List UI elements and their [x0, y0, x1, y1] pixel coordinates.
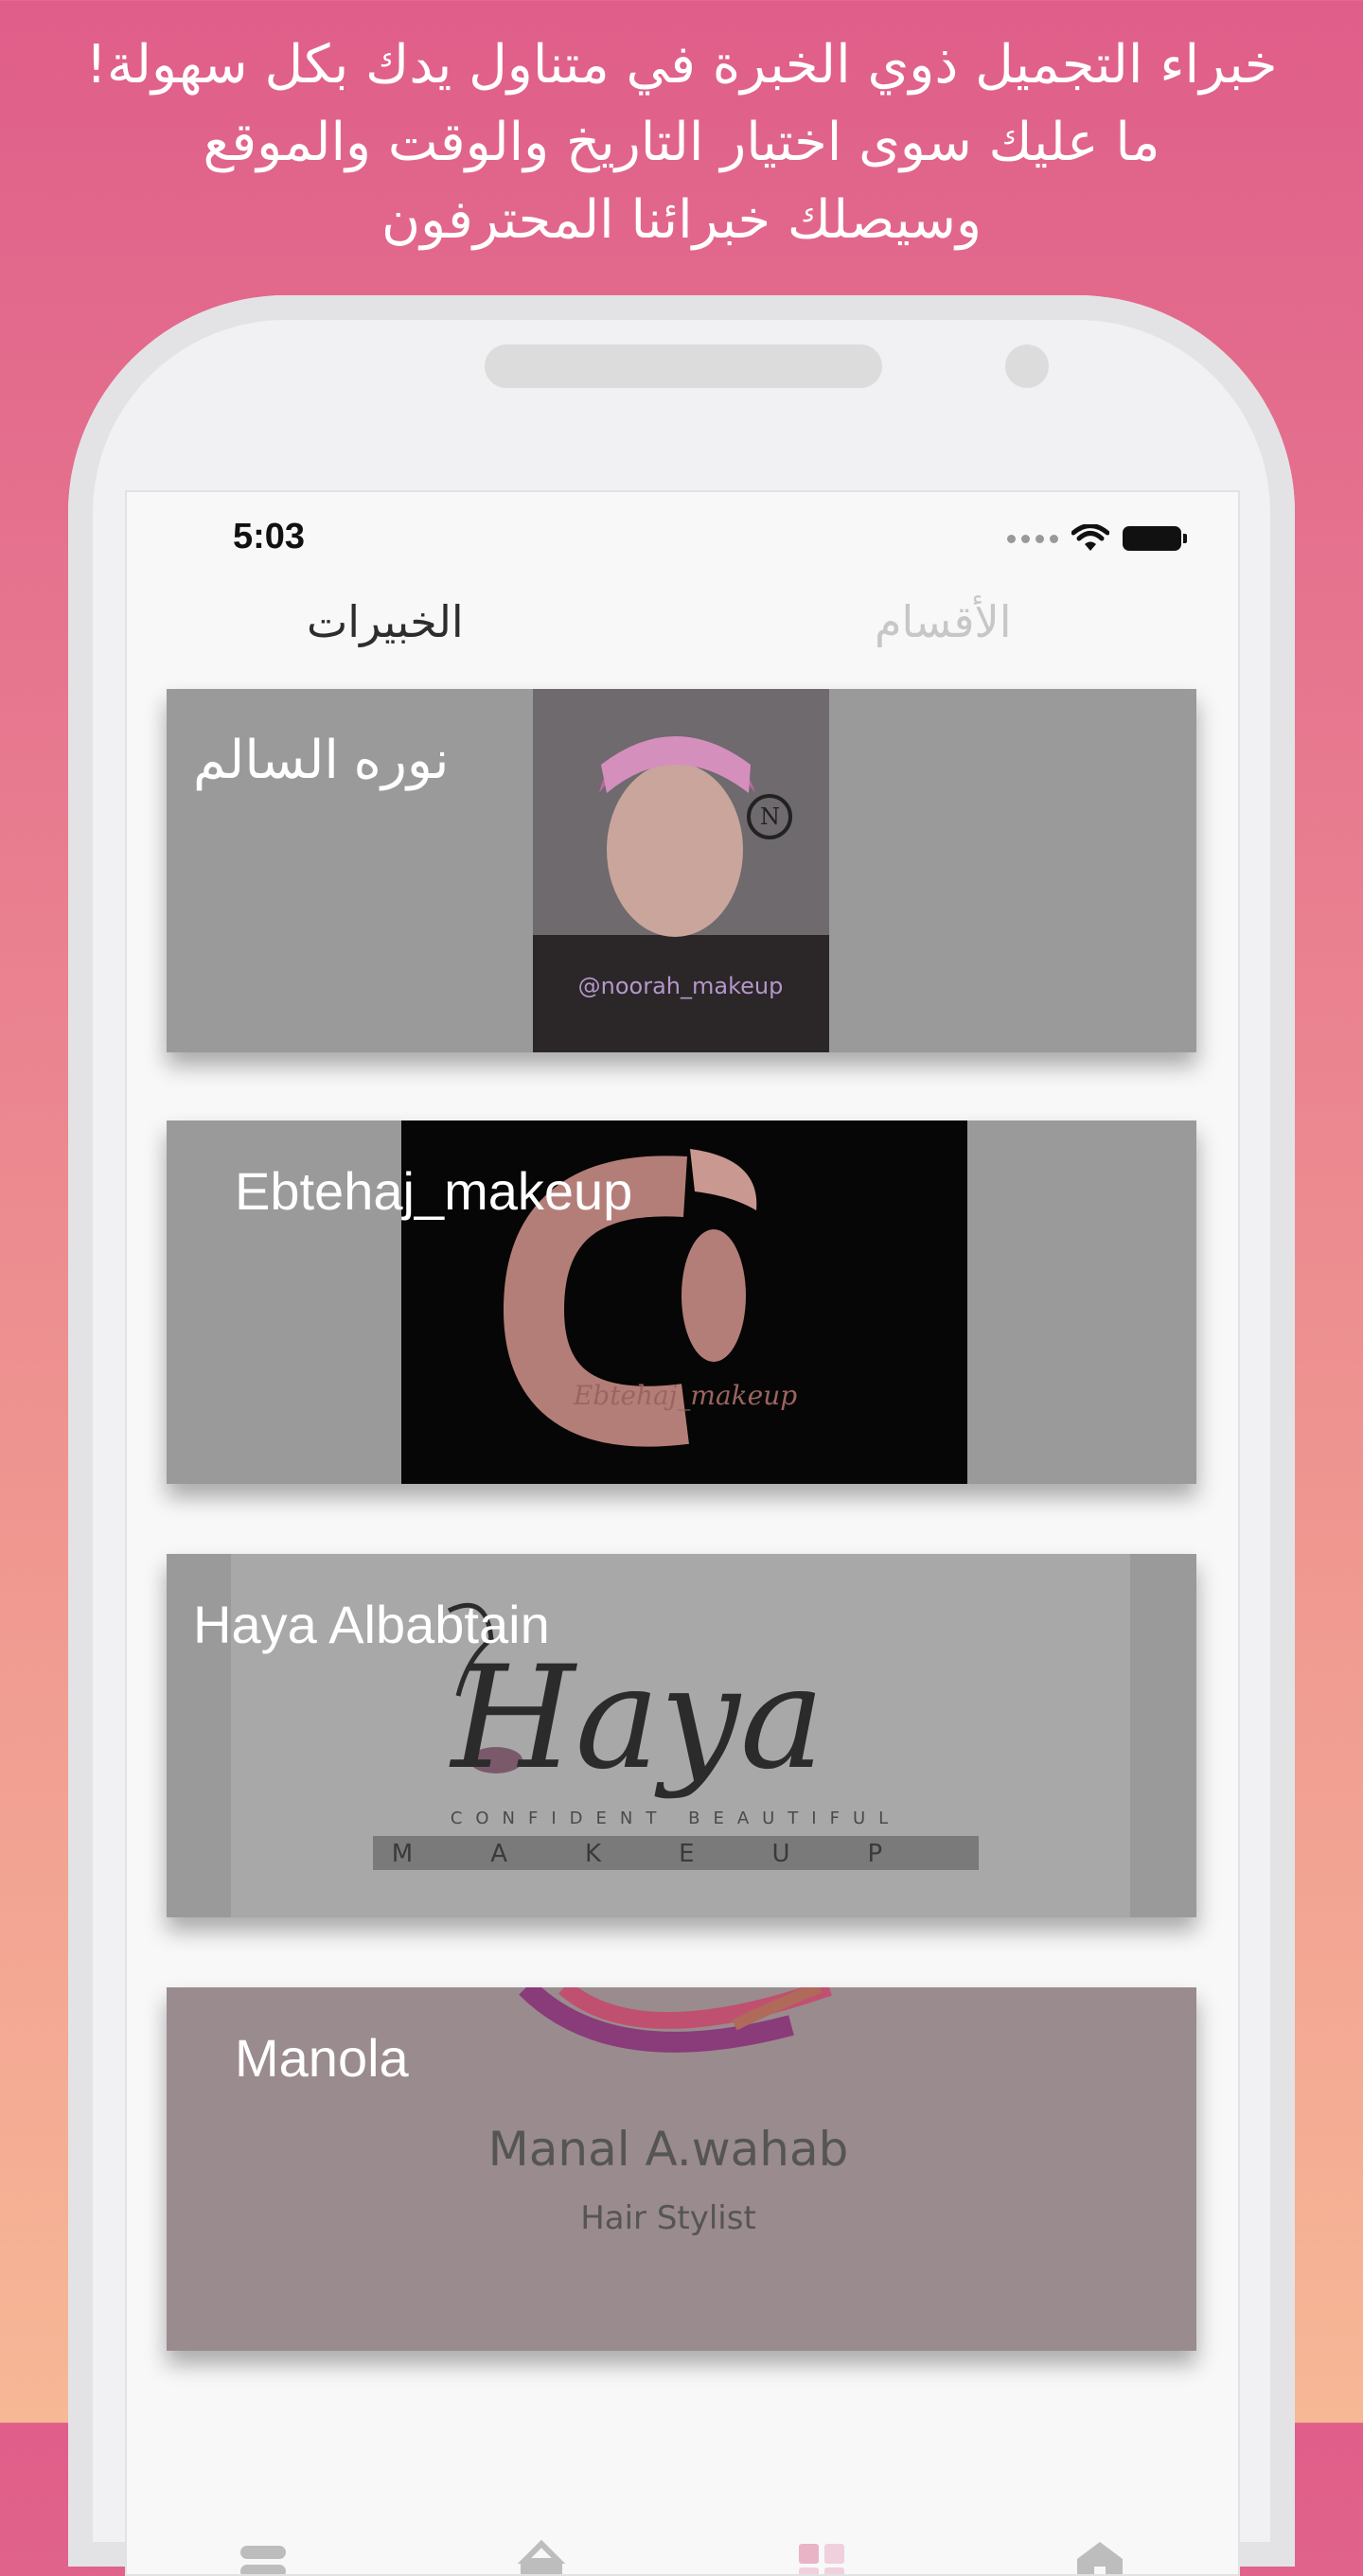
- promo-line-1: خبراء التجميل ذوي الخبرة في متناول يدك ب…: [85, 34, 1278, 96]
- promo-text: خبراء التجميل ذوي الخبرة في متناول يدك ب…: [0, 26, 1363, 259]
- expert-name: Haya Albabtain: [193, 1595, 550, 1654]
- nav-bag-icon[interactable]: [515, 2536, 568, 2576]
- logo-title: Manal A.wahab: [488, 2122, 849, 2177]
- tab-bar: الخبيرات الأقسام: [127, 587, 1238, 685]
- photo-caption: @noorah_makeup: [578, 973, 784, 999]
- status-time: 5:03: [233, 517, 306, 556]
- expert-card[interactable]: Manal A.wahab Hair Stylist Manola: [167, 1987, 1196, 2351]
- logo-word: MAKEUP: [392, 1840, 960, 1868]
- battery-icon: [1123, 526, 1187, 551]
- expert-name: Ebtehaj_makeup: [235, 1161, 633, 1221]
- expert-card[interactable]: N @noorah_makeup نوره السالم: [167, 689, 1196, 1052]
- logo-subtitle: Hair Stylist: [580, 2199, 756, 2237]
- nav-grid-icon[interactable]: [795, 2536, 848, 2576]
- nav-home-icon[interactable]: [1073, 2536, 1126, 2576]
- expert-card[interactable]: Ebtehaj_makeup Ebtehaj_makeup: [167, 1120, 1196, 1484]
- app-screen: 5:03 الخبيرات الأقسام N @noorah_makeup ن…: [125, 490, 1240, 2576]
- phone-frame: 5:03 الخبيرات الأقسام N @noorah_makeup ن…: [68, 295, 1295, 2576]
- status-icons: [1007, 524, 1187, 553]
- bottom-nav: [127, 2498, 1238, 2574]
- expert-name: Manola: [235, 2028, 409, 2088]
- phone-speaker: [485, 344, 882, 388]
- expert-name: نوره السالم: [193, 730, 450, 789]
- promo-line-2: ما عليك سوى اختيار التاريخ والوقت والموق…: [203, 112, 1160, 173]
- logo-caption: Ebtehaj_makeup: [573, 1380, 797, 1411]
- logo-letter: N: [760, 803, 780, 830]
- status-bar: 5:03: [127, 492, 1238, 587]
- logo-tagline: CONFIDENT BEAUTIFUL: [451, 1808, 901, 1828]
- phone-camera: [1005, 344, 1049, 388]
- tab-experts[interactable]: الخبيرات: [307, 596, 464, 647]
- expert-photo: N @noorah_makeup: [533, 689, 829, 1052]
- nav-toggle-icon[interactable]: [237, 2536, 290, 2576]
- logo-title: Haya: [449, 1636, 824, 1801]
- wifi-icon: [1071, 524, 1109, 551]
- promo-line-3: وسيصلك خبرائنا المحترفون: [381, 189, 982, 251]
- signal-dots-icon: [1007, 534, 1058, 543]
- expert-card[interactable]: Haya CONFIDENT BEAUTIFUL MAKEUP Haya Alb…: [167, 1554, 1196, 1917]
- tab-sections[interactable]: الأقسام: [875, 596, 1012, 647]
